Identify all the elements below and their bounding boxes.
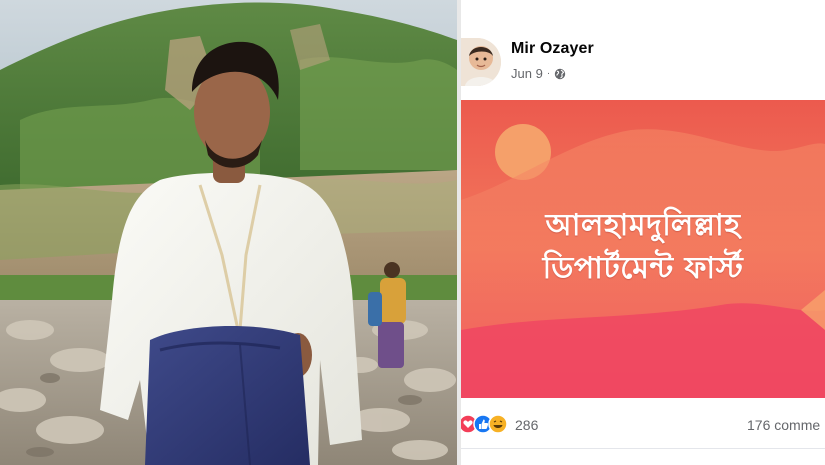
post-meta: Jun 9 · — [511, 66, 566, 81]
facebook-post: Mir Ozayer Jun 9 · ⋮ — [457, 0, 825, 465]
reaction-count[interactable]: 286 — [515, 417, 538, 433]
more-options-icon[interactable]: ⋮ — [821, 38, 825, 54]
haha-icon — [488, 414, 508, 434]
reaction-icons[interactable] — [459, 414, 511, 434]
comments-count[interactable]: 176 comme — [747, 417, 820, 433]
action-bar-edge — [461, 449, 825, 465]
meta-separator: · — [546, 67, 551, 79]
post-text-line-1: আলহামদুলিল্লাহ — [545, 208, 741, 243]
post-date[interactable]: Jun 9 — [511, 66, 543, 81]
post-background-image[interactable]: আলহামদুলিল্লাহ ডিপার্টমেন্ট ফার্স্ট — [461, 100, 825, 398]
post-text: আলহামদুলিল্লাহ ডিপার্টমেন্ট ফার্স্ট — [461, 208, 825, 287]
author-name[interactable]: Mir Ozayer — [511, 40, 594, 58]
screenshot-composite: Mir Ozayer Jun 9 · ⋮ — [0, 0, 825, 465]
post-text-line-2: ডিপার্টমেন্ট ফার্স্ট — [542, 250, 744, 286]
portrait-photo — [0, 0, 457, 465]
post-header: Mir Ozayer Jun 9 · ⋮ — [461, 0, 825, 100]
reaction-bar: 286 176 comme — [461, 402, 825, 446]
globe-icon — [554, 68, 566, 79]
author-avatar[interactable] — [461, 38, 501, 86]
